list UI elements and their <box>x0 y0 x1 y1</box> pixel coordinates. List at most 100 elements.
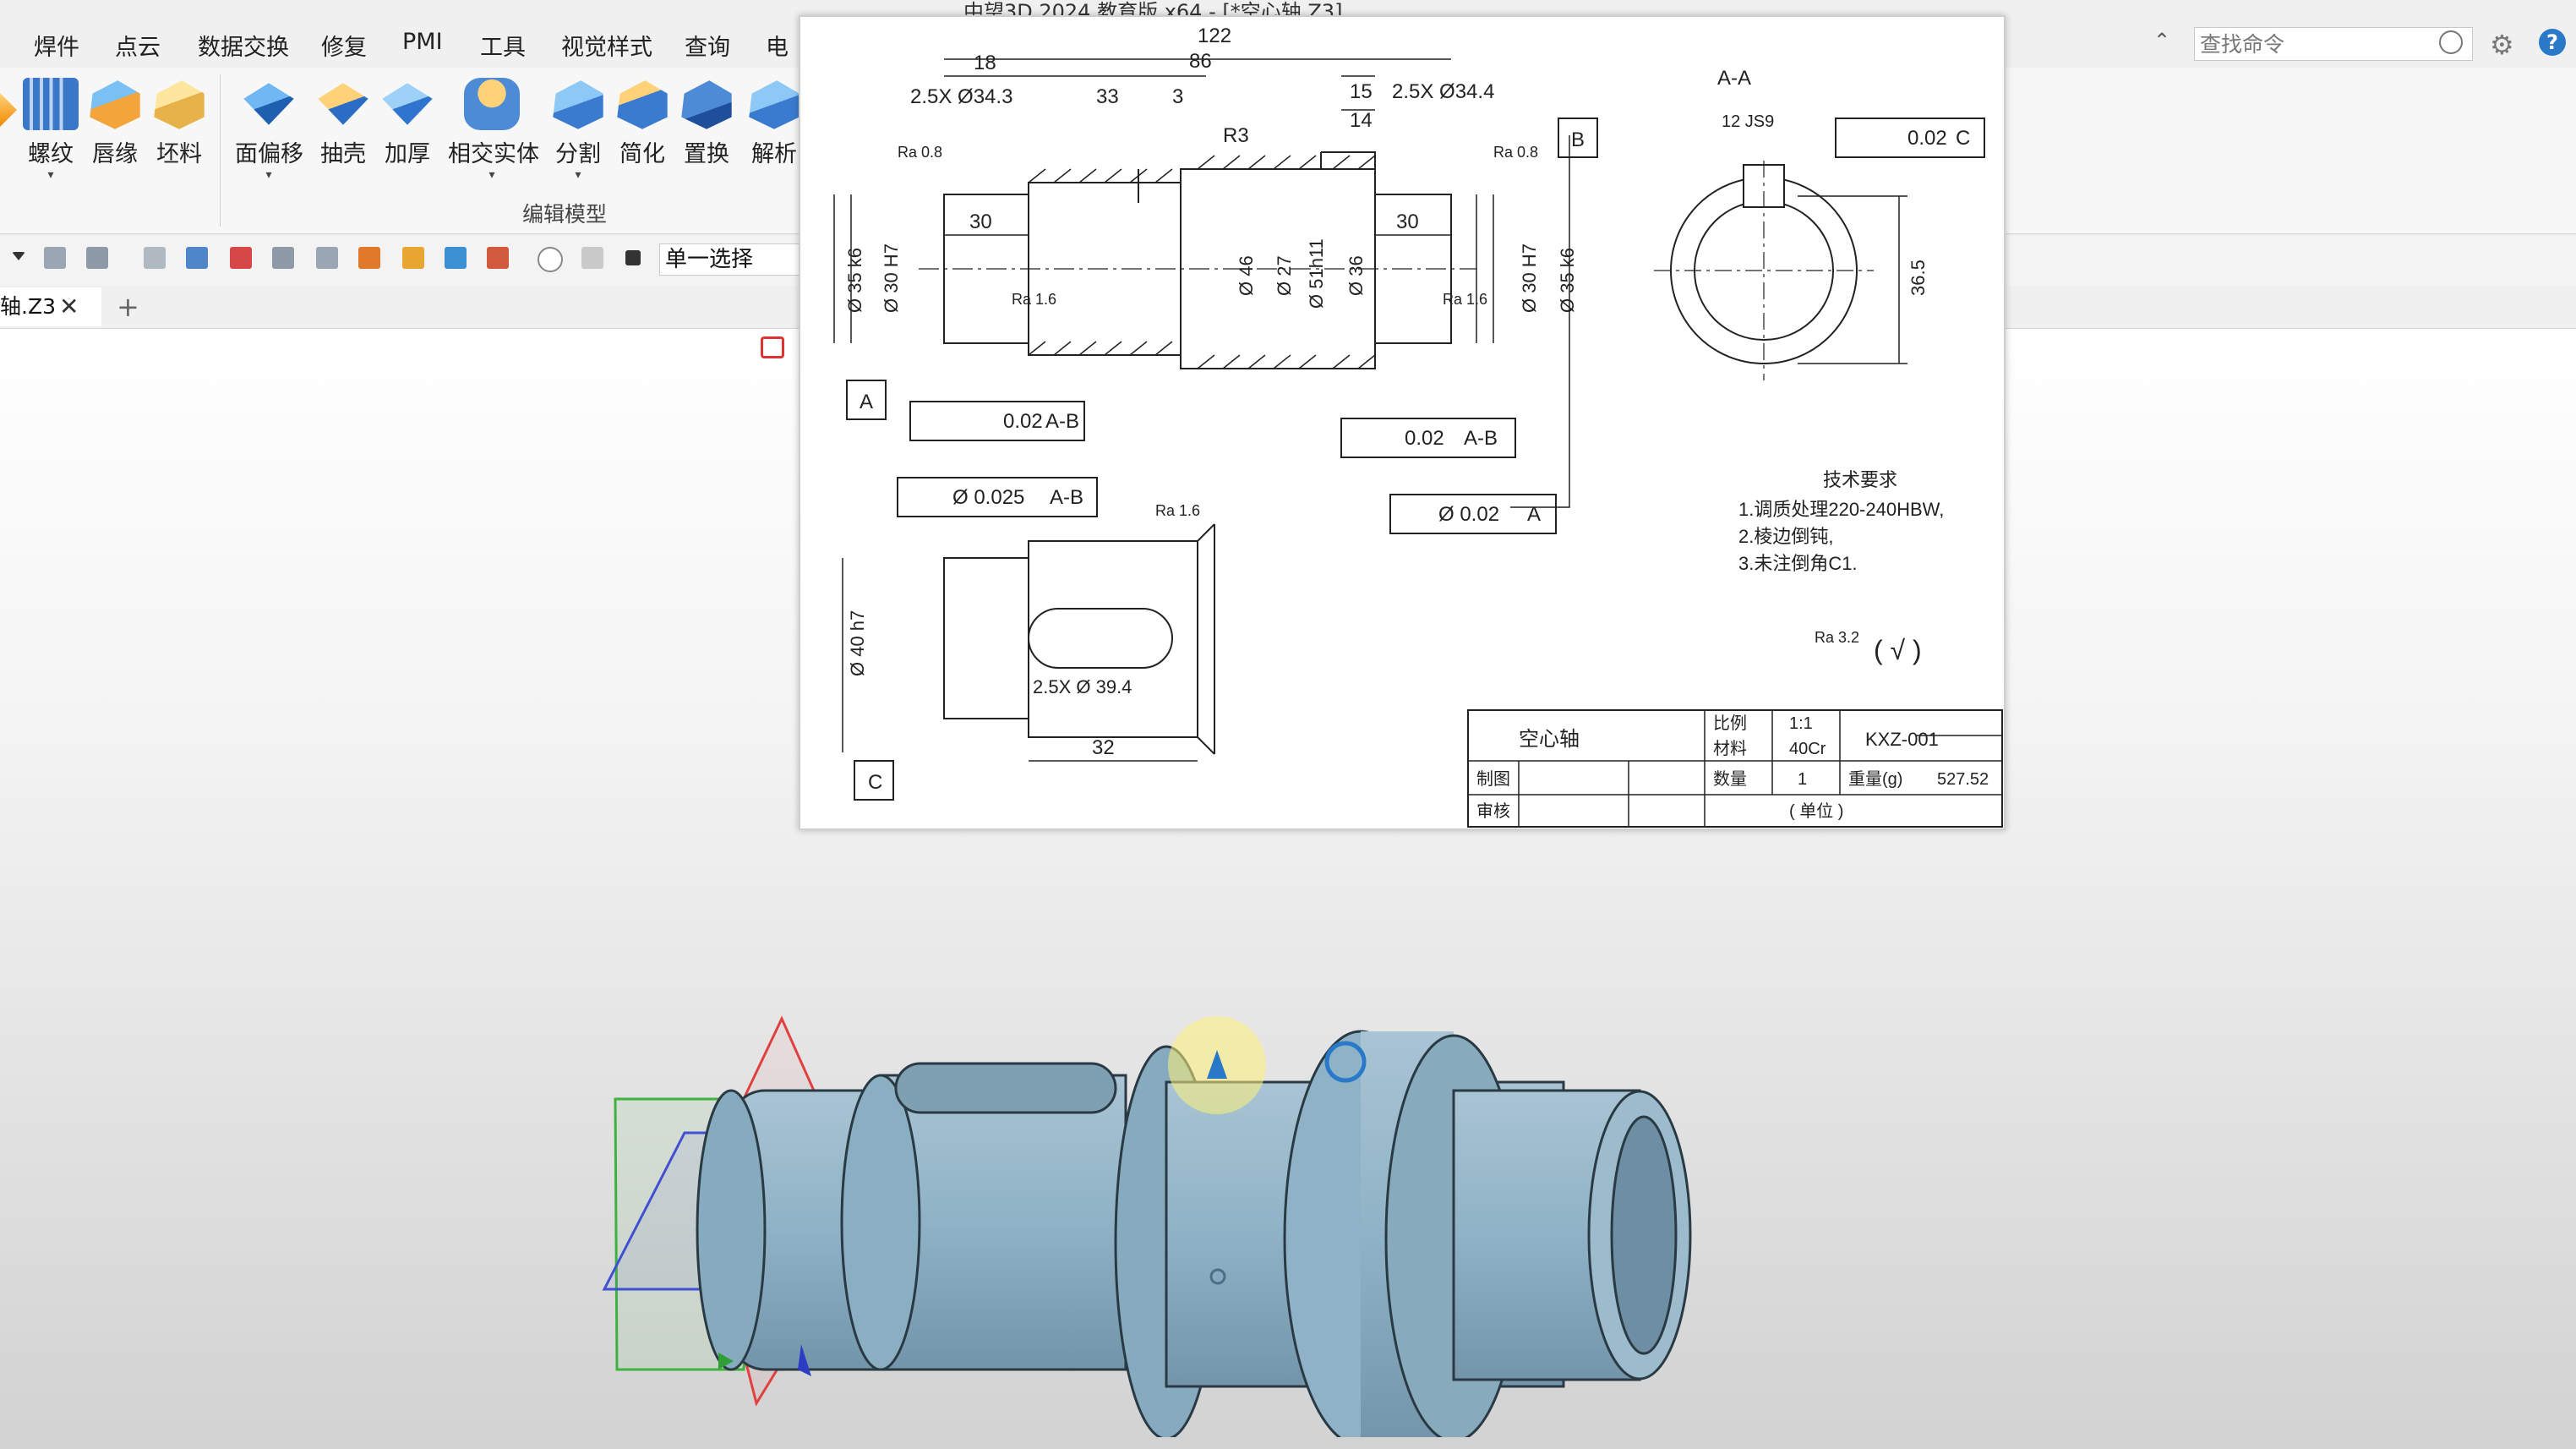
menu-item-data-exchange[interactable]: 数据交换 <box>198 29 289 62</box>
thicken-tool[interactable]: 加厚 <box>374 78 441 168</box>
dim-18: 18 <box>974 52 996 74</box>
dim-phi35k6-left: Ø 35 k6 <box>844 248 865 313</box>
rough-ra16-left: Ra 1.6 <box>1012 291 1056 308</box>
runout-tol-1: 0.02 <box>1003 410 1043 433</box>
face-offset-tool[interactable]: 面偏移 ▾ <box>235 78 303 182</box>
tool-icon-8[interactable] <box>358 247 380 269</box>
close-icon[interactable]: ✕ <box>59 287 79 326</box>
dim-phi30h7-right: Ø 30 H7 <box>1519 243 1540 313</box>
tool-icon-4[interactable] <box>186 247 208 269</box>
lip-tool[interactable]: 唇缘 <box>81 78 149 168</box>
face-offset-label: 面偏移 <box>235 141 303 167</box>
dim-30-right: 30 <box>1396 211 1419 233</box>
shaft-3d-model[interactable] <box>583 998 1716 1437</box>
stock-tool[interactable]: 坯料 <box>145 78 213 168</box>
menu-item-tools[interactable]: 工具 <box>480 29 526 62</box>
tb-unit: ( 单位 ) <box>1789 801 1843 821</box>
thread-tool[interactable]: 螺纹 ▾ <box>17 78 85 182</box>
note-2: 2.棱边倒钝, <box>1738 526 1833 547</box>
simplify-tool[interactable]: 简化 <box>609 78 676 168</box>
tb-weight: 527.52 <box>1937 770 1989 789</box>
runout-ref-2: A-B <box>1464 427 1498 450</box>
tool-icon-9[interactable] <box>402 247 424 269</box>
menu-item-visual-style[interactable]: 视觉样式 <box>561 29 652 62</box>
tool-icon-3[interactable] <box>144 247 166 269</box>
menu-item-repair[interactable]: 修复 <box>321 29 367 62</box>
intersect-icon <box>464 78 520 130</box>
dim-14: 14 <box>1350 109 1373 132</box>
shell-icon <box>318 83 368 125</box>
menu-item-electrical[interactable]: 电 <box>766 29 789 62</box>
tool-icon-1[interactable] <box>44 247 66 269</box>
tool-icon-11[interactable] <box>487 247 509 269</box>
tool-icon-10[interactable] <box>445 247 467 269</box>
runout-ref-1: A-B <box>1045 410 1079 433</box>
collapse-ribbon-icon[interactable]: ⌃ <box>2153 29 2170 52</box>
default-rough-symbol: ( √ ) <box>1874 635 1922 665</box>
tb-material: 40Cr <box>1789 740 1826 758</box>
sym-ref: C <box>1956 127 1970 150</box>
lip-label: 唇缘 <box>92 141 138 167</box>
menu-item-weldment[interactable]: 焊件 <box>34 29 79 62</box>
menu-item-query[interactable]: 查询 <box>685 29 730 62</box>
exit-icon[interactable] <box>761 336 784 358</box>
search-icon[interactable] <box>2439 30 2463 54</box>
drawing-sheet: 122 86 18 33 3 15 14 2.5X Ø34.3 2.5X Ø34… <box>833 25 2003 828</box>
datum-b-label: B <box>1571 128 1585 151</box>
chamfer-left: 2.5X Ø34.3 <box>910 85 1012 108</box>
thread-icon <box>23 78 79 130</box>
dim-phi40h7: Ø 40 h7 <box>847 610 868 676</box>
keyway-slot <box>894 1062 1117 1114</box>
gear-icon[interactable]: ⚙ <box>2490 29 2514 61</box>
tool-icon-6[interactable] <box>272 247 294 269</box>
analysis-tool[interactable]: 解析 <box>740 78 808 168</box>
intersect-label: 相交实体 <box>448 141 539 167</box>
runout-tol-2: 0.02 <box>1405 427 1444 450</box>
menu-item-pmi[interactable]: PMI <box>402 29 443 55</box>
datum-a-label: A <box>860 391 873 413</box>
search-input[interactable]: 查找命令 <box>2194 27 2473 61</box>
selection-mode-select[interactable]: 单一选择 <box>659 243 810 276</box>
notes-title: 技术要求 <box>1823 469 1897 490</box>
clock-icon[interactable] <box>538 247 563 272</box>
stop-icon[interactable] <box>625 250 641 265</box>
filter-dropdown-icon[interactable] <box>12 252 25 260</box>
shaft-left-end[interactable] <box>696 1089 767 1371</box>
split-tool[interactable]: 分割 ▾ <box>544 78 612 182</box>
rough-ra08-right: Ra 0.8 <box>1493 144 1538 161</box>
dim-86: 86 <box>1189 50 1212 73</box>
help-icon[interactable]: ? <box>2539 29 2566 56</box>
tool-icon-12[interactable] <box>581 247 603 269</box>
add-tab-button[interactable]: + <box>117 286 139 328</box>
dim-36-5: 36.5 <box>1907 260 1929 296</box>
detail-step <box>1197 523 1215 755</box>
tb-qty: 1 <box>1798 770 1807 789</box>
analysis-icon <box>749 80 800 129</box>
tb-weight-label: 重量(g) <box>1848 769 1902 789</box>
note-3: 3.未注倒角C1. <box>1738 553 1858 574</box>
thicken-label: 加厚 <box>385 141 430 167</box>
tb-qty-label: 数量 <box>1713 769 1747 789</box>
section-label-aa: A-A <box>1717 67 1751 90</box>
chamfer-detail: 2.5X Ø 39.4 <box>1033 676 1132 697</box>
dim-phi51: Ø 51h11 <box>1306 238 1327 309</box>
analysis-label: 解析 <box>751 141 797 167</box>
menu-item-pointcloud[interactable]: 点云 <box>115 29 161 62</box>
replace-tool[interactable]: 置换 <box>673 78 740 168</box>
tool-icon-5[interactable] <box>230 247 252 269</box>
stock-icon <box>154 80 205 129</box>
detail-dim-lines <box>842 558 1198 762</box>
thread-label: 螺纹 <box>28 141 74 167</box>
simplify-icon <box>617 80 668 129</box>
shell-tool[interactable]: 抽壳 <box>309 78 377 168</box>
tb-scale-label: 比例 <box>1713 714 1747 733</box>
reference-drawing[interactable]: 122 86 18 33 3 15 14 2.5X Ø34.3 2.5X Ø34… <box>799 15 2006 830</box>
intersect-solid-tool[interactable]: 相交实体 ▾ <box>448 78 539 182</box>
replace-icon <box>681 80 732 129</box>
dim-15: 15 <box>1350 80 1373 103</box>
tool-icon-7[interactable] <box>316 247 338 269</box>
tb-check-label: 审核 <box>1476 801 1510 821</box>
shell-label: 抽壳 <box>320 141 366 167</box>
tab-document[interactable]: 轴.Z3 <box>0 287 101 326</box>
tool-icon-2[interactable] <box>86 247 108 269</box>
